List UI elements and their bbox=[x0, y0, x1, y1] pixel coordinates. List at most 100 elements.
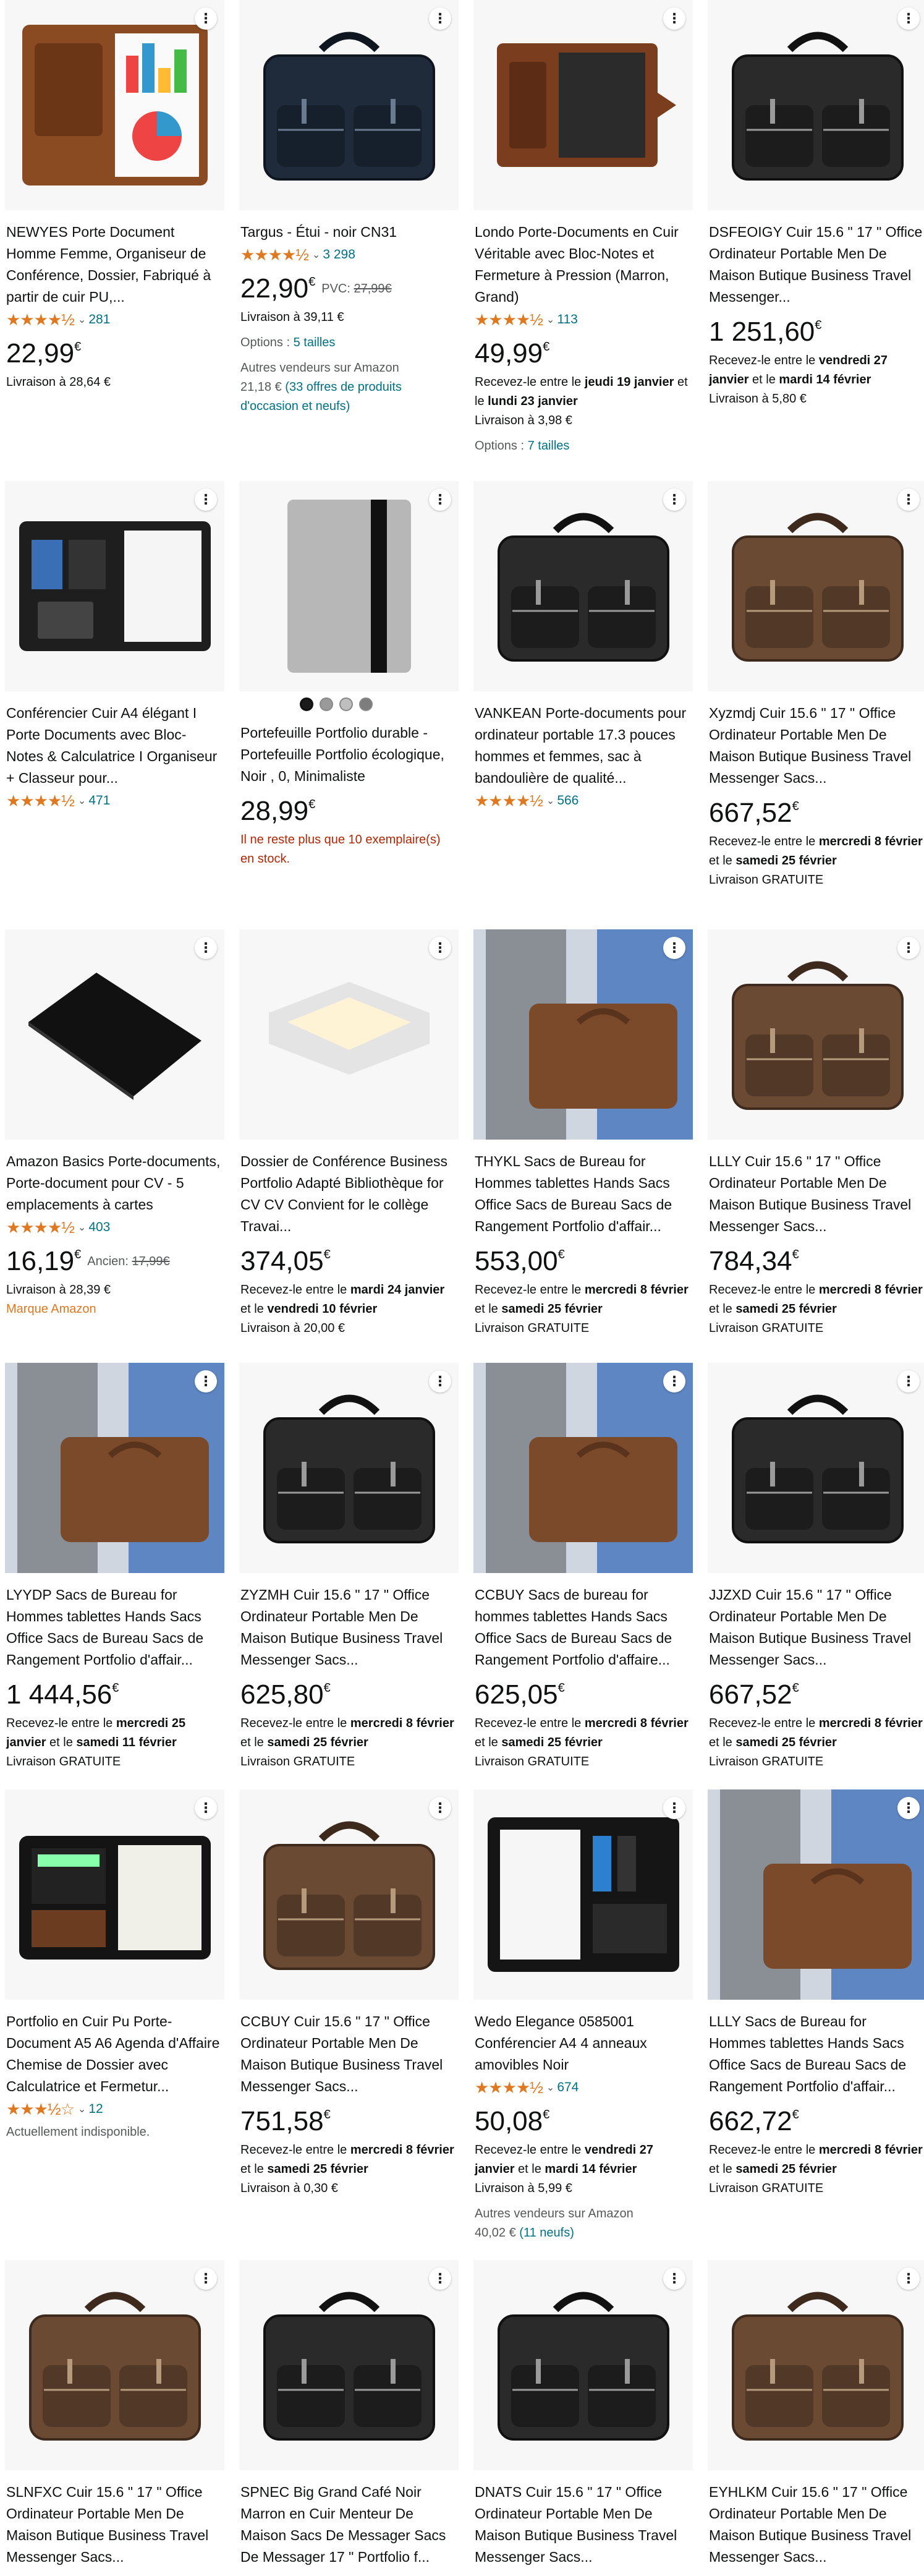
more-options-icon[interactable]: ⋮ bbox=[195, 488, 217, 511]
more-options-icon[interactable]: ⋮ bbox=[897, 1370, 920, 1392]
review-count-link[interactable]: 281 bbox=[88, 312, 110, 327]
product-card[interactable]: ⋮ SLNFXC Cuir 15.6 " 17 " Office Ordinate… bbox=[5, 2260, 224, 2568]
product-title-link[interactable]: Xyzmdj Cuir 15.6 " 17 " Office Ordinateu… bbox=[709, 702, 924, 789]
product-title-link[interactable]: EYHLKM Cuir 15.6 " 17 " Office Ordinateu… bbox=[709, 2481, 924, 2568]
more-options-icon[interactable]: ⋮ bbox=[195, 2267, 217, 2290]
product-image[interactable]: ⋮ bbox=[708, 2260, 924, 2470]
price[interactable]: 553,00€ bbox=[475, 1246, 565, 1277]
chevron-down-icon[interactable]: ⌄ bbox=[312, 249, 320, 261]
product-card[interactable]: ⋮ Dossier de Conférence Business Portfoli… bbox=[239, 929, 459, 1338]
product-card[interactable]: ⋮ Portfolio en Cuir Pu Porte-Document A5 … bbox=[5, 1789, 224, 2142]
product-image[interactable]: ⋮ bbox=[473, 2260, 693, 2470]
color-swatch[interactable] bbox=[300, 697, 313, 711]
more-options-icon[interactable]: ⋮ bbox=[663, 1797, 685, 1819]
product-card[interactable]: ⋮ DSFEOIGY Cuir 15.6 " 17 " Office Ordina… bbox=[708, 0, 924, 409]
product-image[interactable]: ⋮ bbox=[708, 0, 924, 210]
price[interactable]: 50,08€ bbox=[475, 2106, 549, 2137]
color-swatch[interactable] bbox=[359, 697, 373, 711]
more-options-icon[interactable]: ⋮ bbox=[897, 1797, 920, 1819]
product-image[interactable]: ⋮ bbox=[239, 929, 459, 1140]
chevron-down-icon[interactable]: ⌄ bbox=[78, 313, 86, 326]
more-options-icon[interactable]: ⋮ bbox=[663, 7, 685, 30]
meta-link[interactable]: Marque Amazon bbox=[6, 1302, 96, 1316]
more-options-icon[interactable]: ⋮ bbox=[897, 2267, 920, 2290]
more-options-icon[interactable]: ⋮ bbox=[663, 937, 685, 959]
price[interactable]: 1 251,60€ bbox=[709, 317, 821, 348]
star-rating-icon[interactable]: ★★★★½ bbox=[6, 1218, 75, 1237]
product-image[interactable]: ⋮ bbox=[708, 481, 924, 691]
star-rating-icon[interactable]: ★★★★½ bbox=[475, 310, 543, 330]
star-rating-icon[interactable]: ★★★★½ bbox=[6, 791, 75, 811]
product-title-link[interactable]: CCBUY Cuir 15.6 " 17 " Office Ordinateur… bbox=[240, 2011, 457, 2097]
product-image[interactable]: ⋮ bbox=[473, 481, 693, 691]
product-title-link[interactable]: SPNEC Big Grand Café Noir Marron en Cuir… bbox=[240, 2481, 457, 2568]
color-swatch[interactable] bbox=[320, 697, 333, 711]
product-image[interactable]: ⋮ bbox=[239, 2260, 459, 2470]
price[interactable]: 1 444,56€ bbox=[6, 1679, 119, 1710]
product-image[interactable]: ⋮ bbox=[473, 0, 693, 210]
product-card[interactable]: ⋮ ZYZMH Cuir 15.6 " 17 " Office Ordinateu… bbox=[239, 1363, 459, 1772]
more-options-icon[interactable]: ⋮ bbox=[195, 1797, 217, 1819]
review-count-link[interactable]: 12 bbox=[88, 2102, 103, 2117]
chevron-down-icon[interactable]: ⌄ bbox=[546, 795, 554, 807]
review-count-link[interactable]: 403 bbox=[88, 1220, 110, 1235]
product-image[interactable]: ⋮ bbox=[708, 929, 924, 1140]
price[interactable]: 625,05€ bbox=[475, 1679, 565, 1710]
product-title-link[interactable]: DNATS Cuir 15.6 " 17 " Office Ordinateur… bbox=[475, 2481, 692, 2568]
more-options-icon[interactable]: ⋮ bbox=[195, 937, 217, 959]
chevron-down-icon[interactable]: ⌄ bbox=[78, 1221, 86, 1234]
product-image[interactable]: ⋮ bbox=[239, 481, 459, 691]
price[interactable]: 22,99€ bbox=[6, 338, 81, 369]
meta-link[interactable]: 5 tailles bbox=[294, 336, 336, 349]
product-image[interactable]: ⋮ bbox=[239, 0, 459, 210]
product-card[interactable]: ⋮ LLLY Sacs de Bureau for Hommes tablette… bbox=[708, 1789, 924, 2198]
more-options-icon[interactable]: ⋮ bbox=[429, 1370, 451, 1392]
product-card[interactable]: ⋮ LYYDP Sacs de Bureau for Hommes tablett… bbox=[5, 1363, 224, 1772]
price[interactable]: 784,34€ bbox=[709, 1246, 799, 1277]
star-rating-icon[interactable]: ★★★★½ bbox=[475, 791, 543, 811]
chevron-down-icon[interactable]: ⌄ bbox=[546, 313, 554, 326]
more-options-icon[interactable]: ⋮ bbox=[429, 488, 451, 511]
review-count-link[interactable]: 3 298 bbox=[323, 247, 355, 262]
product-title-link[interactable]: VANKEAN Porte-documents pour ordinateur … bbox=[475, 702, 692, 789]
product-image[interactable]: ⋮ bbox=[5, 2260, 224, 2470]
product-title-link[interactable]: Wedo Elegance 0585001 Conférencier A4 4 … bbox=[475, 2011, 692, 2076]
more-options-icon[interactable]: ⋮ bbox=[195, 7, 217, 30]
more-options-icon[interactable]: ⋮ bbox=[663, 1370, 685, 1392]
product-image[interactable]: ⋮ bbox=[5, 481, 224, 691]
price[interactable]: 667,52€ bbox=[709, 1679, 799, 1710]
product-image[interactable]: ⋮ bbox=[5, 1789, 224, 2000]
more-options-icon[interactable]: ⋮ bbox=[429, 1797, 451, 1819]
product-card[interactable]: ⋮ Conférencier Cuir A4 élégant I Porte Do… bbox=[5, 481, 224, 811]
price[interactable]: 16,19€ bbox=[6, 1246, 81, 1277]
product-card[interactable]: ⋮ LLLY Cuir 15.6 " 17 " Office Ordinateur… bbox=[708, 929, 924, 1338]
product-card[interactable]: ⋮ CCBUY Sacs de bureau for hommes tablett… bbox=[473, 1363, 693, 1772]
product-image[interactable]: ⋮ bbox=[239, 1363, 459, 1573]
product-title-link[interactable]: Portfolio en Cuir Pu Porte-Document A5 A… bbox=[6, 2011, 223, 2097]
product-title-link[interactable]: THYKL Sacs de Bureau for Hommes tablette… bbox=[475, 1151, 692, 1237]
more-options-icon[interactable]: ⋮ bbox=[195, 1370, 217, 1392]
product-title-link[interactable]: Targus - Étui - noir CN31 bbox=[240, 221, 457, 243]
product-card[interactable]: ⋮ VANKEAN Porte-documents pour ordinateur… bbox=[473, 481, 693, 811]
product-image[interactable]: ⋮ bbox=[5, 0, 224, 210]
product-card[interactable]: ⋮ THYKL Sacs de Bureau for Hommes tablett… bbox=[473, 929, 693, 1338]
product-card[interactable]: ⋮ Wedo Elegance 0585001 Conférencier A4 4… bbox=[473, 1789, 693, 2243]
review-count-link[interactable]: 566 bbox=[557, 793, 579, 808]
chevron-down-icon[interactable]: ⌄ bbox=[78, 2103, 86, 2115]
product-card[interactable]: ⋮ EYHLKM Cuir 15.6 " 17 " Office Ordinate… bbox=[708, 2260, 924, 2568]
product-card[interactable]: ⋮ DNATS Cuir 15.6 " 17 " Office Ordinateu… bbox=[473, 2260, 693, 2568]
color-swatch[interactable] bbox=[339, 697, 353, 711]
more-options-icon[interactable]: ⋮ bbox=[897, 7, 920, 30]
star-rating-icon[interactable]: ★★★★½ bbox=[475, 2078, 543, 2097]
product-title-link[interactable]: Dossier de Conférence Business Portfolio… bbox=[240, 1151, 457, 1237]
product-image[interactable]: ⋮ bbox=[708, 1789, 924, 2000]
price[interactable]: 662,72€ bbox=[709, 2106, 799, 2137]
price[interactable]: 667,52€ bbox=[709, 798, 799, 829]
product-title-link[interactable]: DSFEOIGY Cuir 15.6 " 17 " Office Ordinat… bbox=[709, 221, 924, 308]
product-card[interactable]: ⋮ SPNEC Big Grand Café Noir Marron en Cui… bbox=[239, 2260, 459, 2568]
product-image[interactable]: ⋮ bbox=[473, 1363, 693, 1573]
product-card[interactable]: ⋮ Targus - Étui - noir CN31 ★★★★½ ⌄ 3 298 22,… bbox=[239, 0, 459, 416]
product-title-link[interactable]: Portefeuille Portfolio durable - Portefe… bbox=[240, 722, 457, 787]
product-title-link[interactable]: NEWYES Porte Document Homme Femme, Organ… bbox=[6, 221, 223, 308]
product-card[interactable]: ⋮ JJZXD Cuir 15.6 " 17 " Office Ordinateu… bbox=[708, 1363, 924, 1772]
